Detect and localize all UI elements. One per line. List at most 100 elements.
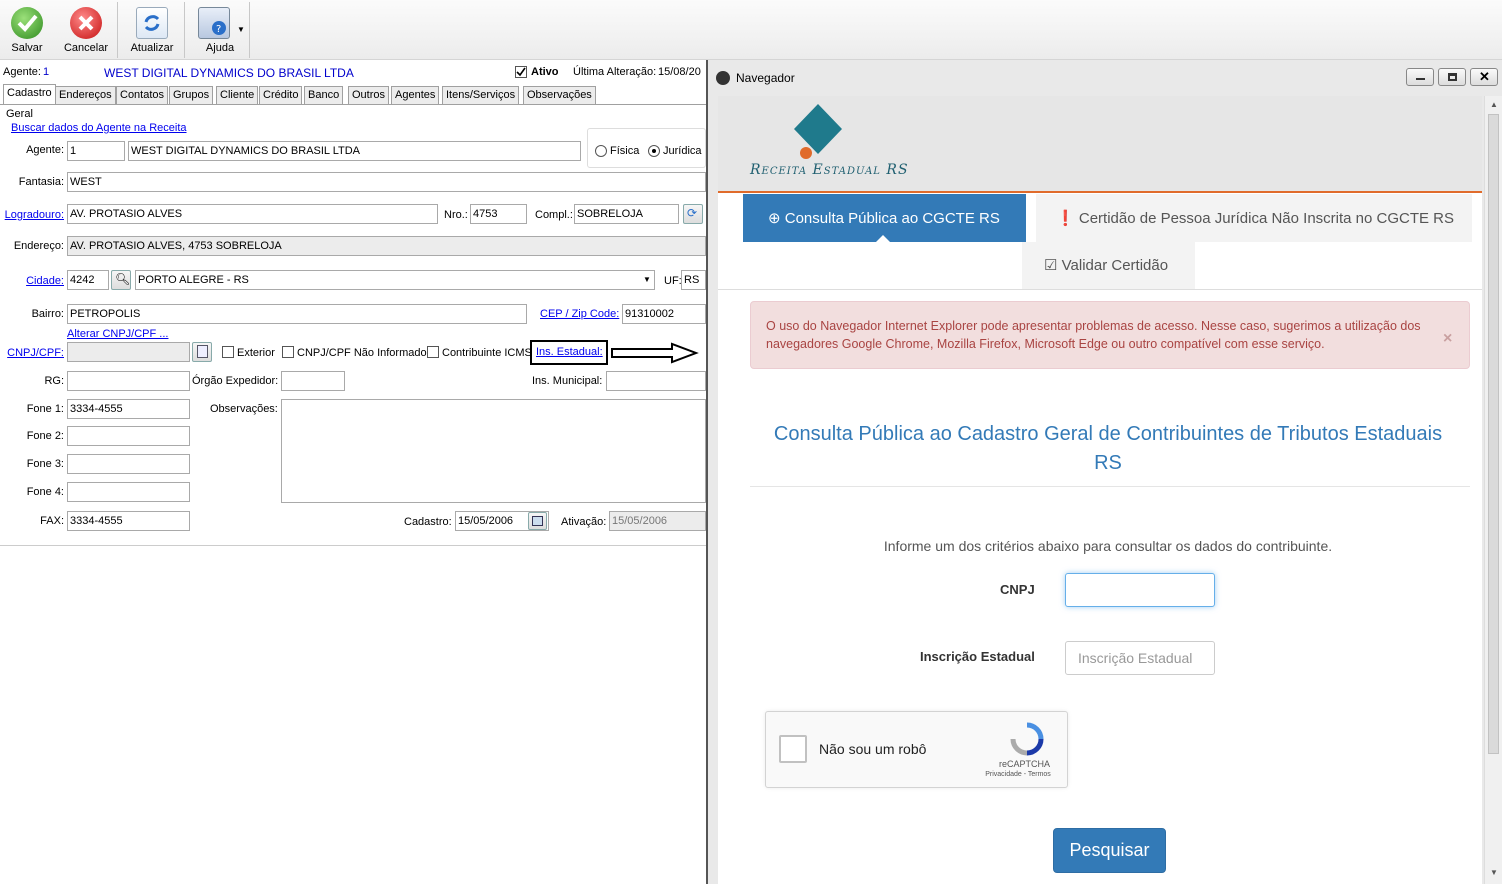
fone1-label: Fone 1:	[26, 403, 64, 415]
chevron-down-icon[interactable]: ▼	[237, 25, 245, 34]
cnpj-field[interactable]	[67, 342, 190, 362]
cidade-link[interactable]: Cidade:	[2, 275, 64, 287]
fantasia-field[interactable]: WEST	[67, 172, 706, 192]
fantasia-label: Fantasia:	[18, 176, 64, 188]
recaptcha-logo-icon	[1010, 722, 1044, 756]
alterar-cnpj-link[interactable]: Alterar CNPJ/CPF ...	[67, 328, 168, 340]
vertical-scrollbar[interactable]: ▲ ▼	[1484, 96, 1502, 884]
cancel-icon	[70, 7, 102, 39]
fisica-radio[interactable]	[595, 145, 607, 157]
tab-contatos[interactable]: Contatos	[116, 86, 169, 104]
cadastro-label: Cadastro:	[404, 516, 452, 528]
tab-credito[interactable]: Crédito	[259, 86, 303, 104]
uf-field[interactable]: RS	[681, 270, 706, 290]
bairro-field[interactable]: PETROPOLIS	[67, 304, 527, 324]
tab-agentes[interactable]: Agentes	[391, 86, 440, 104]
orgao-field[interactable]	[281, 371, 345, 391]
cidade-select[interactable]: PORTO ALEGRE - RS	[135, 270, 655, 290]
app-icon	[716, 71, 730, 85]
tab-certidao-label: Certidão de Pessoa Jurídica Não Inscrita…	[1078, 210, 1455, 227]
cancel-label: Cancelar	[63, 42, 109, 54]
cnpj-search-input[interactable]	[1065, 573, 1215, 607]
scroll-up-icon[interactable]: ▲	[1490, 100, 1498, 109]
tab-certidao[interactable]: ❗ Certidão de Pessoa Jurídica Não Inscri…	[1036, 194, 1472, 242]
compl-label: Compl.:	[535, 209, 573, 221]
close-icon: ✕	[1479, 69, 1490, 84]
obs-field[interactable]	[281, 399, 706, 503]
nro-field[interactable]: 4753	[470, 204, 527, 224]
help-button[interactable]: ? Ajuda ▼	[190, 3, 250, 57]
rg-field[interactable]	[67, 371, 190, 391]
agent-name-field[interactable]: WEST DIGITAL DYNAMICS DO BRASIL LTDA	[128, 141, 581, 161]
address-refresh-button[interactable]: ⟳	[683, 204, 703, 224]
fax-field[interactable]: 3334-4555	[67, 511, 190, 531]
compl-field[interactable]: SOBRELOJA	[574, 204, 679, 224]
check-square-icon: ☑	[1044, 257, 1062, 274]
fone2-field[interactable]	[67, 426, 190, 446]
city-search-button[interactable]: 🔍︎	[111, 270, 131, 290]
maximize-button[interactable]	[1438, 68, 1466, 86]
ativacao-date-field: 15/05/2006	[609, 511, 706, 531]
tab-grupos[interactable]: Grupos	[169, 86, 214, 104]
save-button[interactable]: Salvar	[4, 3, 50, 57]
cep-link[interactable]: CEP / Zip Code:	[540, 308, 619, 320]
cnpj-lookup-button[interactable]	[192, 342, 212, 362]
svg-text:?: ?	[216, 24, 221, 35]
ie-search-input[interactable]: Inscrição Estadual	[1065, 641, 1215, 675]
cnpj-link[interactable]: CNPJ/CPF:	[2, 347, 64, 359]
recaptcha-checkbox[interactable]	[779, 735, 807, 763]
exterior-checkbox[interactable]	[222, 346, 234, 358]
fone4-field[interactable]	[67, 482, 190, 502]
fetch-receita-link[interactable]: Buscar dados do Agente na Receita	[11, 122, 187, 134]
ie-warning-alert: O uso do Navegador Internet Explorer pod…	[750, 301, 1470, 369]
agent-header-label: Agente:	[3, 66, 41, 78]
tab-outros[interactable]: Outros	[348, 86, 390, 104]
endereco-label: Endereço:	[13, 240, 64, 252]
refresh-label: Atualizar	[130, 42, 174, 54]
nao-informado-checkbox[interactable]	[282, 346, 294, 358]
tab-divider	[0, 104, 706, 105]
refresh-button[interactable]: Atualizar	[126, 3, 178, 57]
logradouro-link[interactable]: Logradouro:	[2, 209, 64, 221]
exterior-label: Exterior	[237, 347, 275, 359]
active-checkbox[interactable]	[515, 66, 527, 78]
tab-itens-servicos[interactable]: Itens/Serviços	[442, 86, 520, 104]
obs-label: Observações:	[210, 403, 278, 415]
receita-logo-icon	[794, 104, 842, 159]
search-plus-icon: ⊕	[768, 210, 785, 227]
contribuinte-checkbox[interactable]	[427, 346, 439, 358]
tab-consulta-label-wrap: ⊕ Consulta Pública ao CGCTE RS	[768, 209, 1000, 227]
ins-municipal-field[interactable]	[606, 371, 706, 391]
recaptcha-links[interactable]: Privacidade - Termos	[978, 771, 1058, 778]
agent-code-field[interactable]: 1	[67, 141, 125, 161]
fone1-field[interactable]: 3334-4555	[67, 399, 190, 419]
recaptcha-brand: reCAPTCHA	[999, 759, 1051, 769]
cancel-button[interactable]: Cancelar	[60, 3, 112, 57]
minimize-button[interactable]	[1406, 68, 1434, 86]
tab-banco[interactable]: Banco	[304, 86, 344, 104]
juridica-radio[interactable]	[648, 145, 660, 157]
active-label: Ativo	[531, 66, 559, 78]
fone3-field[interactable]	[67, 454, 190, 474]
cep-field[interactable]: 91310002	[622, 304, 706, 324]
cidade-code-field[interactable]: 4242	[67, 270, 109, 290]
toolbar: Salvar Cancelar Atualizar ? Ajuda ▼	[0, 0, 1502, 60]
recaptcha-widget: Não sou um robô reCAPTCHA Privacidade - …	[765, 711, 1068, 788]
ins-estadual-link[interactable]: Ins. Estadual:	[536, 346, 603, 358]
tab-observacoes[interactable]: Observações	[523, 86, 596, 104]
ativacao-label: Ativação:	[561, 516, 607, 528]
scroll-down-icon[interactable]: ▼	[1490, 868, 1498, 877]
logradouro-field[interactable]: AV. PROTASIO ALVES	[67, 204, 438, 224]
tab-enderecos[interactable]: Endereços	[55, 86, 116, 104]
calendar-icon[interactable]	[528, 512, 547, 530]
last-change-label: Última Alteração:	[573, 66, 657, 78]
tab-consulta-publica[interactable]: ⊕ Consulta Pública ao CGCTE RS	[743, 194, 1026, 242]
scrollbar-thumb[interactable]	[1488, 114, 1499, 754]
minimize-icon	[1416, 78, 1425, 80]
close-window-button[interactable]: ✕	[1470, 68, 1498, 86]
search-button[interactable]: Pesquisar	[1053, 828, 1166, 873]
alert-close-icon[interactable]: ×	[1443, 330, 1452, 348]
tab-validar[interactable]: ☑ Validar Certidão	[1022, 242, 1195, 289]
tab-cliente[interactable]: Cliente	[216, 86, 259, 104]
tab-cadastro[interactable]: Cadastro	[3, 84, 56, 104]
